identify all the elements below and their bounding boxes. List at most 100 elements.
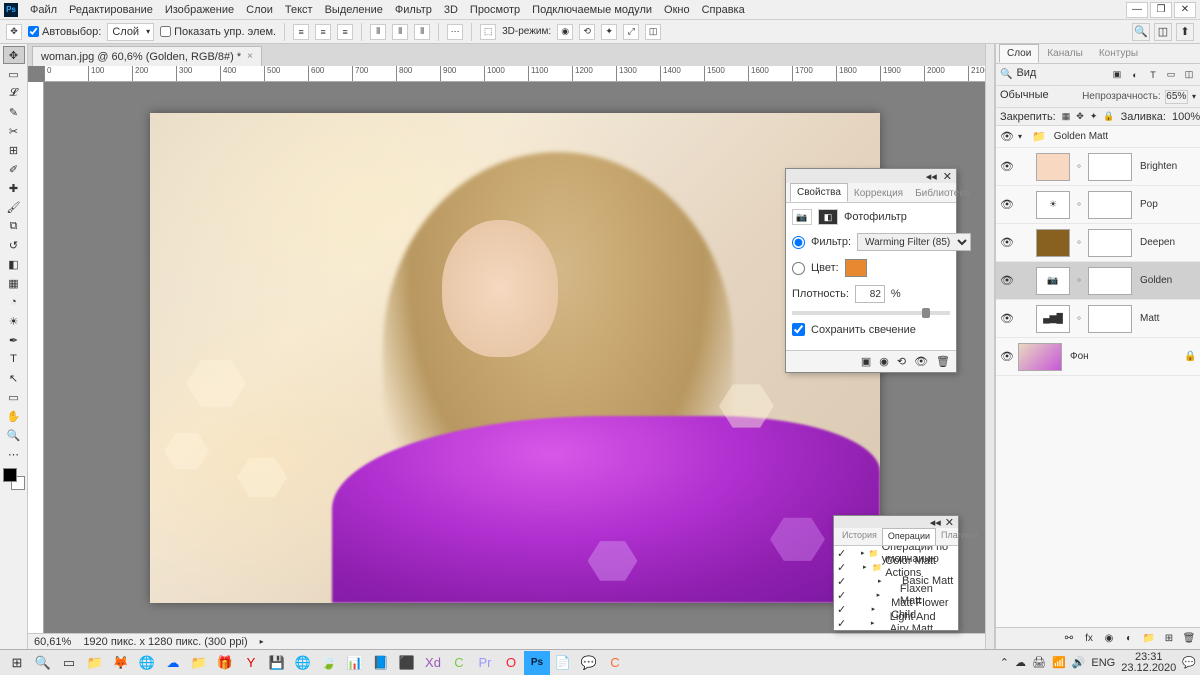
density-input[interactable] [855, 285, 885, 303]
app-icon[interactable]: 💬 [576, 651, 602, 675]
show-controls-checkbox[interactable]: Показать упр. элем. [160, 26, 276, 38]
layer-mask[interactable] [1088, 267, 1132, 295]
distribute-icon[interactable]: ⫴ [370, 24, 386, 40]
fold-icon[interactable]: ▾ [1018, 132, 1028, 141]
menu-text[interactable]: Текст [279, 4, 319, 16]
app-icon[interactable]: 🎁 [212, 651, 238, 675]
layer-group[interactable]: 👁 ▾ 📁 Golden Matt [996, 126, 1200, 148]
color-radio[interactable] [792, 262, 805, 275]
opacity-value[interactable]: 65% [1165, 90, 1188, 104]
menu-help[interactable]: Справка [696, 4, 751, 16]
tab-properties[interactable]: Свойства [790, 183, 848, 202]
tray-cloud-icon[interactable]: ☁ [1015, 656, 1026, 669]
visibility-icon[interactable]: 👁 [1000, 236, 1014, 249]
task-view-icon[interactable]: ▭ [56, 651, 82, 675]
reset-icon[interactable]: ⟲ [897, 355, 906, 368]
layer-mask[interactable] [1088, 153, 1132, 181]
hand-tool[interactable]: ✋ [3, 407, 25, 425]
tray-lang[interactable]: ENG [1091, 657, 1115, 669]
app-icon[interactable]: 🦊 [108, 651, 134, 675]
tab-adjustments[interactable]: Коррекция [848, 185, 909, 202]
close-icon[interactable]: ✕ [943, 170, 952, 183]
group-icon[interactable]: 📁 [1142, 632, 1156, 646]
tab-paths[interactable]: Контуры [1091, 44, 1146, 63]
share-icon[interactable]: ⬆ [1176, 23, 1194, 41]
layer-thumb[interactable]: ☀ [1036, 191, 1070, 219]
lock-icon[interactable]: 🔒 [1103, 111, 1114, 123]
layer-row[interactable]: 👁 📷 ⚬ Golden [996, 262, 1200, 300]
fx-icon[interactable]: fx [1082, 632, 1096, 646]
pen-tool[interactable]: ✒ [3, 331, 25, 349]
layer-background[interactable]: 👁 Фон 🔒 [996, 338, 1200, 376]
layer-thumb[interactable] [1018, 343, 1062, 371]
crop-tool[interactable]: ✂ [3, 122, 25, 140]
3d-mode-icon[interactable]: ⬚ [480, 24, 496, 40]
collapse-icon[interactable]: ◂◂ [926, 170, 937, 183]
blend-mode-select[interactable]: Обычные [1000, 89, 1078, 105]
link-icon[interactable]: ⚬ [1074, 313, 1084, 324]
autoselect-checkbox[interactable]: Автовыбор: [28, 26, 101, 38]
visibility-icon[interactable]: 👁 [1000, 274, 1014, 287]
document-tab[interactable]: woman.jpg @ 60,6% (Golden, RGB/8#) *× [32, 46, 262, 66]
menu-edit[interactable]: Редактирование [63, 4, 159, 16]
visibility-icon[interactable]: 👁 [914, 355, 928, 368]
app-icon[interactable]: 📊 [342, 651, 368, 675]
eraser-tool[interactable]: ◧ [3, 255, 25, 273]
tray-sound-icon[interactable]: 🔊 [1072, 656, 1086, 669]
tab-history[interactable]: История [837, 528, 882, 545]
menu-plugins[interactable]: Подключаемые модули [526, 4, 658, 16]
tray-wifi-icon[interactable]: 📶 [1052, 656, 1066, 669]
mask-icon[interactable]: ◉ [1102, 632, 1116, 646]
more-align-icon[interactable]: ⋯ [447, 24, 463, 40]
move-tool-icon[interactable]: ✥ [6, 24, 22, 40]
mask-icon[interactable]: ◧ [818, 209, 838, 225]
app-icon[interactable]: 📁 [186, 651, 212, 675]
color-swatches[interactable] [3, 468, 25, 490]
link-layers-icon[interactable]: ⚯ [1062, 632, 1076, 646]
color-swatch[interactable] [845, 259, 867, 277]
tray-notifications-icon[interactable]: 💬 [1182, 656, 1196, 669]
filter-smart-icon[interactable]: ◫ [1182, 68, 1196, 82]
link-icon[interactable]: ⚬ [1074, 199, 1084, 210]
layer-row[interactable]: 👁 ▄▆█ ⚬ Matt [996, 300, 1200, 338]
density-slider[interactable] [792, 311, 950, 315]
marquee-tool[interactable]: ▭ [3, 65, 25, 83]
eyedropper-tool[interactable]: ✐ [3, 160, 25, 178]
app-icon[interactable]: 🌐 [134, 651, 160, 675]
layer-mask[interactable] [1088, 191, 1132, 219]
dodge-tool[interactable]: ☀ [3, 312, 25, 330]
app-icon[interactable]: C [602, 651, 628, 675]
menu-window[interactable]: Окно [658, 4, 696, 16]
adjustment-icon[interactable]: ◐ [1122, 632, 1136, 646]
app-icon[interactable]: Xd [420, 651, 446, 675]
layer-thumb[interactable]: ▄▆█ [1036, 305, 1070, 333]
gradient-tool[interactable]: ▦ [3, 274, 25, 292]
zoom-tool[interactable]: 🔍 [3, 426, 25, 444]
app-icon[interactable]: ⬛ [394, 651, 420, 675]
window-restore-icon[interactable]: ❐ [1150, 2, 1172, 18]
tab-libraries[interactable]: Библиотеки [909, 185, 975, 202]
previous-icon[interactable]: ◉ [879, 355, 889, 368]
tab-layers[interactable]: Слои [999, 44, 1039, 63]
layer-mask[interactable] [1088, 229, 1132, 257]
fill-value[interactable]: 100% [1172, 111, 1200, 123]
3d-icon[interactable]: ⤢ [623, 24, 639, 40]
app-icon[interactable]: Pr [472, 651, 498, 675]
app-icon[interactable]: C [446, 651, 472, 675]
move-tool[interactable]: ✥ [3, 46, 25, 64]
app-icon[interactable]: Y [238, 651, 264, 675]
link-icon[interactable]: ⚬ [1074, 275, 1084, 286]
menu-image[interactable]: Изображение [159, 4, 240, 16]
app-icon[interactable]: 📘 [368, 651, 394, 675]
workspace-icon[interactable]: ◫ [1154, 23, 1172, 41]
action-row[interactable]: ✓▸Light And Airy Matt [834, 616, 958, 630]
menu-layers[interactable]: Слои [240, 4, 279, 16]
visibility-icon[interactable]: 👁 [1000, 350, 1014, 363]
menu-view[interactable]: Просмотр [464, 4, 526, 16]
layer-row[interactable]: 👁 ☀ ⚬ Pop [996, 186, 1200, 224]
menu-select[interactable]: Выделение [319, 4, 389, 16]
app-icon[interactable]: 📄 [550, 651, 576, 675]
distribute-icon[interactable]: ⫴ [414, 24, 430, 40]
history-brush-tool[interactable]: ↺ [3, 236, 25, 254]
close-icon[interactable]: ✕ [945, 516, 954, 528]
